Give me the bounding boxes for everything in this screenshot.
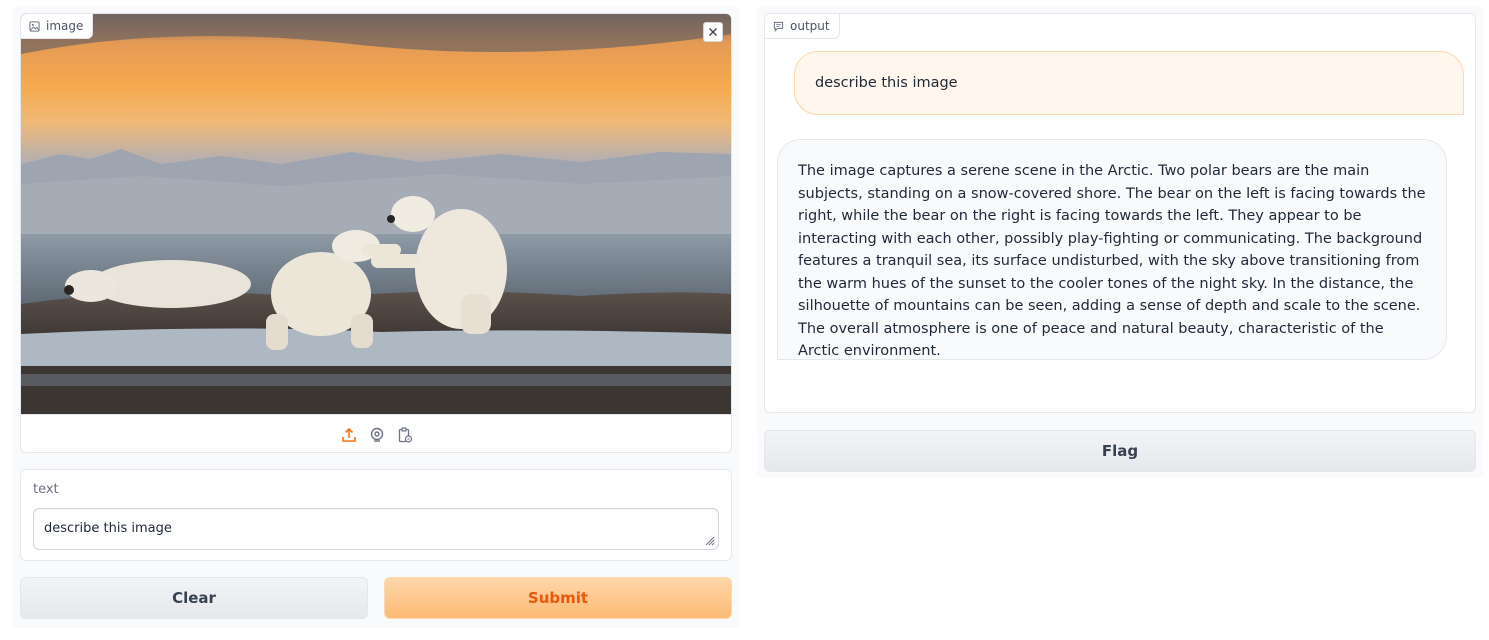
upload-source-button[interactable]: [340, 426, 358, 444]
prompt-textarea[interactable]: describe this image: [33, 508, 719, 550]
image-label: image: [21, 14, 94, 39]
image-source-bar: [21, 414, 731, 452]
user-message: describe this image: [794, 51, 1464, 115]
clipboard-source-button[interactable]: [396, 426, 414, 444]
image-icon: [29, 20, 40, 32]
text-input-panel: text describe this image: [20, 469, 732, 561]
uploaded-image: [21, 14, 731, 414]
output-column: output describe this image The image cap…: [756, 6, 1484, 478]
text-label: text: [33, 482, 59, 497]
clipboard-icon: [398, 426, 413, 443]
clear-button[interactable]: Clear: [20, 577, 368, 619]
remove-image-button[interactable]: [703, 22, 723, 42]
resize-grip-icon[interactable]: [703, 534, 715, 546]
chat-icon: [773, 21, 784, 32]
image-input-panel[interactable]: image: [20, 13, 732, 453]
upload-icon: [342, 427, 356, 442]
bot-message: The image captures a serene scene in the…: [777, 139, 1447, 360]
close-icon: [709, 28, 717, 36]
output-label: output: [764, 13, 840, 39]
submit-button[interactable]: Submit: [384, 577, 732, 619]
image-label-text: image: [46, 19, 84, 33]
chatbot-output-panel: output describe this image The image cap…: [764, 13, 1476, 413]
webcam-icon: [370, 427, 384, 442]
flag-button[interactable]: Flag: [764, 430, 1476, 472]
output-label-text: output: [790, 19, 830, 33]
input-column: image text describe this image Clear Sub…: [12, 6, 740, 628]
webcam-source-button[interactable]: [368, 426, 386, 444]
